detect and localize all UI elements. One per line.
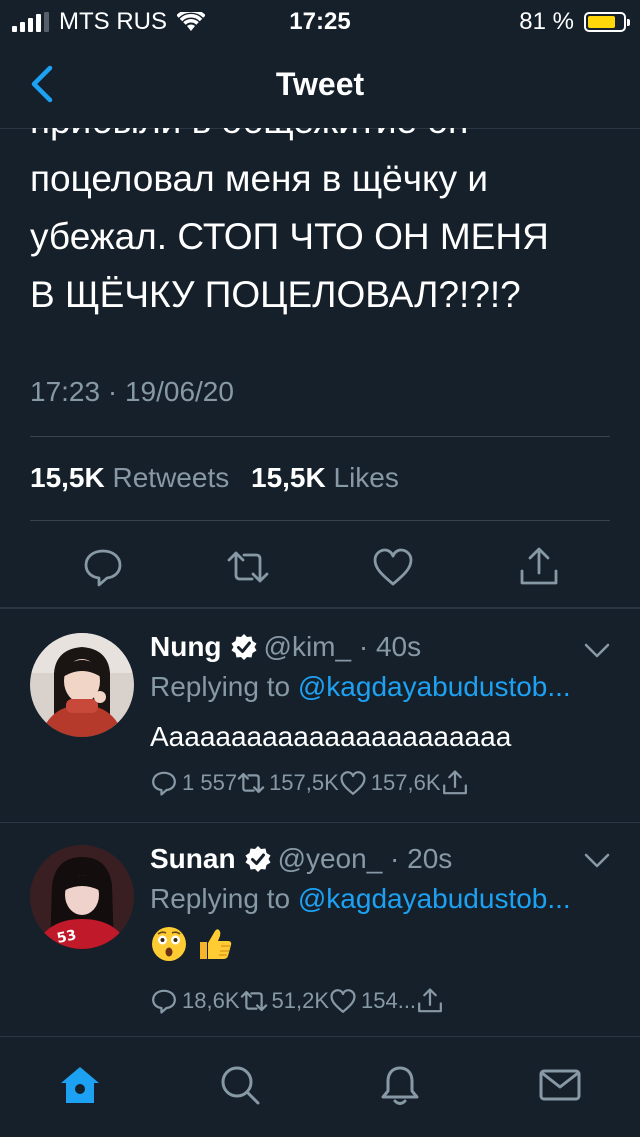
share-icon[interactable] [441, 769, 469, 797]
tweet-line: В ЩЁЧКУ ПОЦЕЛОВАЛ?!?!? [30, 274, 521, 315]
reply-handle-time: @kim_ · 40s [263, 631, 422, 662]
reply-tweet[interactable]: 53 Sunan @yeon_ · 20s Replying to @kagday… [0, 823, 640, 1035]
status-right: 81 % [519, 8, 630, 36]
reply-actions: 18,6K 51,2K 154... [150, 987, 444, 1015]
reply-tweet[interactable]: Nung @kim_ · 40s Replying to @kagdayabudu… [0, 609, 640, 821]
replying-to: Replying to @kagdayabudustob... [150, 671, 610, 703]
reply-action-retweet[interactable]: 157,5K [237, 769, 339, 797]
likes-label[interactable]: Likes [334, 462, 399, 493]
replying-to-link[interactable]: @kagdayabudustob... [298, 671, 571, 702]
reply-header: Sunan @yeon_ · 20s [150, 843, 452, 877]
reply-text: Aaaaaaaaaaaaaaaaaaaaaaa [150, 721, 512, 752]
verified-badge-icon [245, 845, 271, 872]
avatar[interactable]: 53 [30, 845, 134, 949]
chevron-down-icon[interactable] [584, 643, 610, 659]
reply-author-name[interactable]: Nung [150, 631, 222, 662]
tweet-actions [0, 540, 640, 600]
reply-icon[interactable] [81, 545, 125, 589]
like-heart-icon[interactable] [371, 545, 415, 589]
reply-action-share[interactable] [416, 987, 444, 1015]
reply-author-name[interactable]: Sunan [150, 843, 236, 874]
tweet-text: прибыли в общежитие он поцеловал меня в … [30, 128, 620, 324]
reply-icon[interactable] [150, 769, 178, 797]
verified-badge-icon [231, 633, 257, 660]
divider [30, 436, 610, 437]
reply-count: 1 557 [182, 770, 238, 795]
retweet-icon[interactable] [237, 769, 265, 797]
retweet-icon[interactable] [240, 987, 268, 1015]
tweet-line: прибыли в общежитие он [30, 128, 620, 150]
astonished-face-emoji-icon [152, 927, 186, 961]
chevron-down-icon[interactable] [584, 853, 610, 869]
reply-text [150, 925, 234, 963]
reply-icon[interactable] [150, 987, 178, 1015]
tweet-body: прибыли в общежитие он поцеловал меня в … [30, 128, 620, 340]
reply-handle-time: @yeon_ · 20s [277, 843, 453, 874]
retweet-count: 51,2K [271, 988, 330, 1013]
nav-bar: Tweet [0, 42, 640, 129]
tweet-timestamp: 17:23 · 19/06/20 [30, 376, 234, 407]
avatar[interactable] [30, 633, 134, 737]
home-icon[interactable] [58, 1063, 102, 1107]
battery-fill [588, 16, 615, 28]
tweet-line: убежал. СТОП ЧТО ОН МЕНЯ [30, 216, 549, 257]
share-icon[interactable] [416, 987, 444, 1015]
likes-count[interactable]: 15,5K [251, 462, 326, 493]
reply-count: 18,6K [182, 988, 240, 1013]
status-bar: MTS RUS 17:25 81 % [0, 0, 640, 42]
retweet-count: 157,5K [269, 770, 339, 795]
tweet-line: поцеловал меня в щёчку и [30, 158, 489, 199]
like-heart-icon[interactable] [339, 769, 367, 797]
like-heart-icon[interactable] [329, 987, 357, 1015]
tweet-stats: 15,5K Retweets 15,5K Likes [30, 462, 413, 494]
reply-action-like[interactable]: 157,6K [339, 769, 441, 797]
share-icon[interactable] [517, 545, 561, 589]
reply-actions: 1 557 157,5K 157,6K [150, 769, 469, 797]
retweet-icon[interactable] [226, 545, 270, 589]
reply-header: Nung @kim_ · 40s [150, 631, 421, 665]
retweets-label[interactable]: Retweets [113, 462, 230, 493]
replying-label: Replying to [150, 671, 291, 702]
page-title: Tweet [275, 66, 365, 102]
tab-bar [0, 1036, 640, 1137]
messages-envelope-icon[interactable] [538, 1063, 582, 1107]
replying-to: Replying to @kagdayabudustob... [150, 883, 610, 915]
battery-percent: 81 % [519, 8, 574, 35]
like-count: 154... [361, 988, 417, 1013]
search-icon[interactable] [218, 1063, 262, 1107]
replying-to-link[interactable]: @kagdayabudustob... [298, 883, 571, 914]
retweets-count[interactable]: 15,5K [30, 462, 105, 493]
battery-icon [584, 12, 630, 32]
divider [30, 520, 610, 521]
reply-action-retweet[interactable]: 51,2K [240, 987, 330, 1015]
notifications-bell-icon[interactable] [378, 1063, 422, 1107]
replying-label: Replying to [150, 883, 291, 914]
reply-action-reply[interactable]: 1 557 [150, 769, 237, 797]
thumbs-up-emoji-icon [199, 929, 231, 959]
reply-action-share[interactable] [441, 769, 469, 797]
like-count: 157,6K [370, 770, 441, 795]
reply-action-like[interactable]: 154... [329, 987, 416, 1015]
reply-action-reply[interactable]: 18,6K [150, 987, 240, 1015]
